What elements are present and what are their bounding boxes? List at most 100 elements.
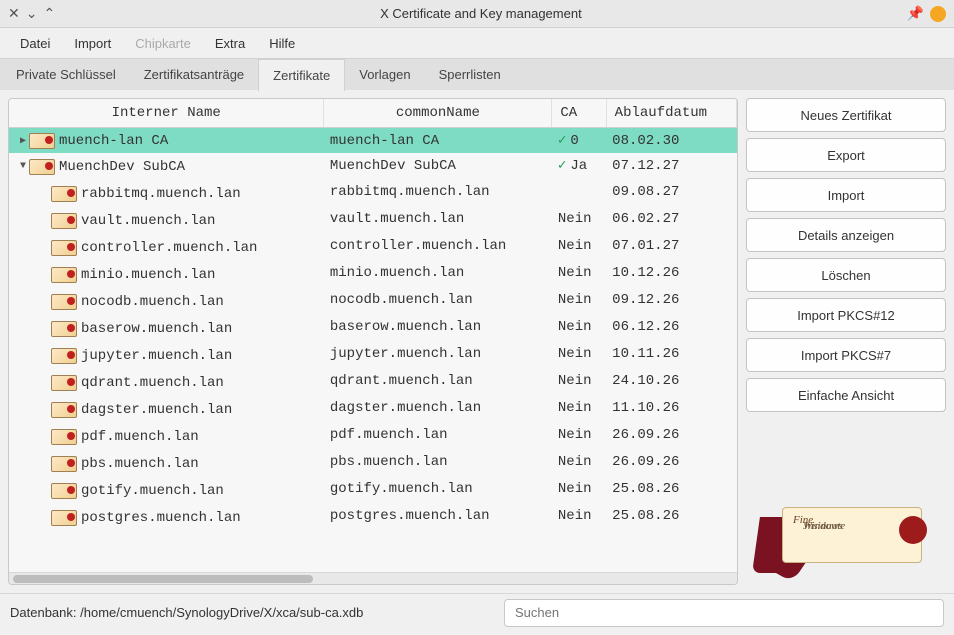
- table-row[interactable]: nocodb.muench.lannocodb.muench.lanNein09…: [9, 287, 737, 314]
- cert-cn: dagster.muench.lan: [324, 395, 552, 422]
- app-logo: JnsinuateWindows Fine: [756, 501, 936, 581]
- delete-button[interactable]: Löschen: [746, 258, 946, 292]
- col-header-name[interactable]: Interner Name: [9, 99, 324, 128]
- table-row[interactable]: vault.muench.lanvault.muench.lanNein06.0…: [9, 206, 737, 233]
- table-row[interactable]: jupyter.muench.lan jupyter.muench.lan Nein…: [9, 341, 737, 368]
- tab-bar: Private Schlüssel Zertifikatsanträge Zer…: [0, 58, 954, 90]
- cert-name: baserow.muench.lan: [81, 321, 232, 337]
- menubar: Datei Import Chipkarte Extra Hilfe: [0, 28, 954, 58]
- table-row[interactable]: pbs.muench.lanpbs.muench.lanNein26.09.26: [9, 449, 737, 476]
- cert-expiry: 25.08.26: [606, 476, 736, 503]
- table-row[interactable]: minio.muench.lanminio.muench.lanNein10.1…: [9, 260, 737, 287]
- new-cert-button[interactable]: Neues Zertifikat: [746, 98, 946, 132]
- cert-expiry: 07.12.27: [606, 153, 736, 179]
- table-row[interactable]: gotify.muench.lan gotify.muench.lan Nein 25…: [9, 476, 737, 503]
- table-row[interactable]: ▼MuenchDev SubCAMuenchDev SubCA✓Ja07.12.…: [9, 153, 737, 179]
- db-label: Datenbank: /home/cmuench/SynologyDrive/X…: [10, 605, 363, 620]
- cert-name: muench-lan CA: [59, 133, 168, 149]
- cert-expiry: 09.12.26: [606, 287, 736, 314]
- cert-name: postgres.muench.lan: [81, 510, 241, 526]
- cert-name: rabbitmq.muench.lan: [81, 186, 241, 202]
- export-button[interactable]: Export: [746, 138, 946, 172]
- cert-name: MuenchDev SubCA: [59, 159, 185, 175]
- cert-name: jupyter.muench.lan: [81, 348, 232, 364]
- cert-icon: [51, 240, 77, 256]
- menu-help[interactable]: Hilfe: [257, 30, 307, 57]
- cert-ca: Nein: [558, 346, 592, 362]
- col-header-ca[interactable]: CA: [552, 99, 606, 128]
- table-row[interactable]: ▶muench-lan CAmuench-lan CA✓008.02.30: [9, 128, 737, 154]
- titlebar: ✕ ⌄ ⌃ X Certificate and Key management 📌: [0, 0, 954, 28]
- cert-cn: gotify.muench.lan: [324, 476, 552, 503]
- menu-chipcard: Chipkarte: [123, 30, 203, 57]
- cert-name: nocodb.muench.lan: [81, 294, 224, 310]
- col-header-expiry[interactable]: Ablaufdatum: [606, 99, 736, 128]
- table-row[interactable]: rabbitmq.muench.lanrabbitmq.muench.lan09…: [9, 179, 737, 206]
- cert-expiry: 26.09.26: [606, 449, 736, 476]
- cert-cn: jupyter.muench.lan: [324, 341, 552, 368]
- table-scroll[interactable]: Interner Name commonName CA Ablaufdatum …: [9, 99, 737, 572]
- cert-icon: [51, 429, 77, 445]
- tab-templates[interactable]: Vorlagen: [345, 59, 424, 90]
- check-icon: ✓: [558, 132, 566, 149]
- cert-expiry: 06.12.26: [606, 314, 736, 341]
- cert-name: dagster.muench.lan: [81, 402, 232, 418]
- h-scrollbar-thumb[interactable]: [13, 575, 313, 583]
- app-icon: [930, 6, 946, 22]
- tab-private-keys[interactable]: Private Schlüssel: [2, 59, 130, 90]
- max-icon[interactable]: ⌃: [43, 5, 55, 22]
- search-input[interactable]: [504, 599, 944, 627]
- close-icon[interactable]: ✕: [8, 5, 20, 22]
- cert-icon: [29, 159, 55, 175]
- import-pkcs12-button[interactable]: Import PKCS#12: [746, 298, 946, 332]
- tab-certs[interactable]: Zertifikate: [258, 59, 345, 91]
- menu-extra[interactable]: Extra: [203, 30, 257, 57]
- cert-ca: Nein: [558, 427, 592, 443]
- cert-icon: [51, 456, 77, 472]
- cert-name: pbs.muench.lan: [81, 456, 199, 472]
- table-row[interactable]: postgres.muench.lanpostgres.muench.lanNe…: [9, 503, 737, 530]
- cert-ca: Nein: [558, 400, 592, 416]
- import-button[interactable]: Import: [746, 178, 946, 212]
- cert-expiry: 26.09.26: [606, 422, 736, 449]
- plain-view-button[interactable]: Einfache Ansicht: [746, 378, 946, 412]
- min-icon[interactable]: ⌄: [26, 5, 38, 22]
- cert-name: qdrant.muench.lan: [81, 375, 224, 391]
- tab-csr[interactable]: Zertifikatsanträge: [130, 59, 258, 90]
- cert-icon: [51, 483, 77, 499]
- cert-ca: Nein: [558, 481, 592, 497]
- menu-file[interactable]: Datei: [8, 30, 62, 57]
- table-row[interactable]: qdrant.muench.lanqdrant.muench.lanNein24…: [9, 368, 737, 395]
- table-row[interactable]: baserow.muench.lan baserow.muench.lan Nein…: [9, 314, 737, 341]
- cert-cn: rabbitmq.muench.lan: [324, 179, 552, 206]
- chevron-down-icon[interactable]: ▼: [17, 161, 29, 172]
- pin-icon[interactable]: 📌: [907, 5, 924, 22]
- details-button[interactable]: Details anzeigen: [746, 218, 946, 252]
- cert-cn: minio.muench.lan: [324, 260, 552, 287]
- cert-ca: Nein: [558, 454, 592, 470]
- table-row[interactable]: pdf.muench.lanpdf.muench.lanNein26.09.26: [9, 422, 737, 449]
- cert-expiry: 24.10.26: [606, 368, 736, 395]
- cert-name: pdf.muench.lan: [81, 429, 199, 445]
- import-pkcs7-button[interactable]: Import PKCS#7: [746, 338, 946, 372]
- chevron-right-icon[interactable]: ▶: [17, 135, 29, 147]
- col-header-cn[interactable]: commonName: [324, 99, 552, 128]
- cert-icon: [51, 375, 77, 391]
- cert-icon: [51, 321, 77, 337]
- cert-expiry: 25.08.26: [606, 503, 736, 530]
- h-scrollbar[interactable]: [9, 572, 737, 584]
- cert-expiry: 07.01.27: [606, 233, 736, 260]
- cert-expiry: 10.11.26: [606, 341, 736, 368]
- cert-cn: muench-lan CA: [324, 128, 552, 154]
- window-title: X Certificate and Key management: [55, 6, 906, 21]
- table-row[interactable]: controller.muench.lancontroller.muench.l…: [9, 233, 737, 260]
- cert-name: gotify.muench.lan: [81, 483, 224, 499]
- cert-cn: baserow.muench.lan: [324, 314, 552, 341]
- cert-icon: [29, 133, 55, 149]
- table-row[interactable]: dagster.muench.lan dagster.muench.lan Nein…: [9, 395, 737, 422]
- cert-name: vault.muench.lan: [81, 213, 215, 229]
- table-header-row: Interner Name commonName CA Ablaufdatum: [9, 99, 737, 128]
- cert-ca: Nein: [558, 319, 592, 335]
- tab-crl[interactable]: Sperrlisten: [425, 59, 515, 90]
- menu-import[interactable]: Import: [62, 30, 123, 57]
